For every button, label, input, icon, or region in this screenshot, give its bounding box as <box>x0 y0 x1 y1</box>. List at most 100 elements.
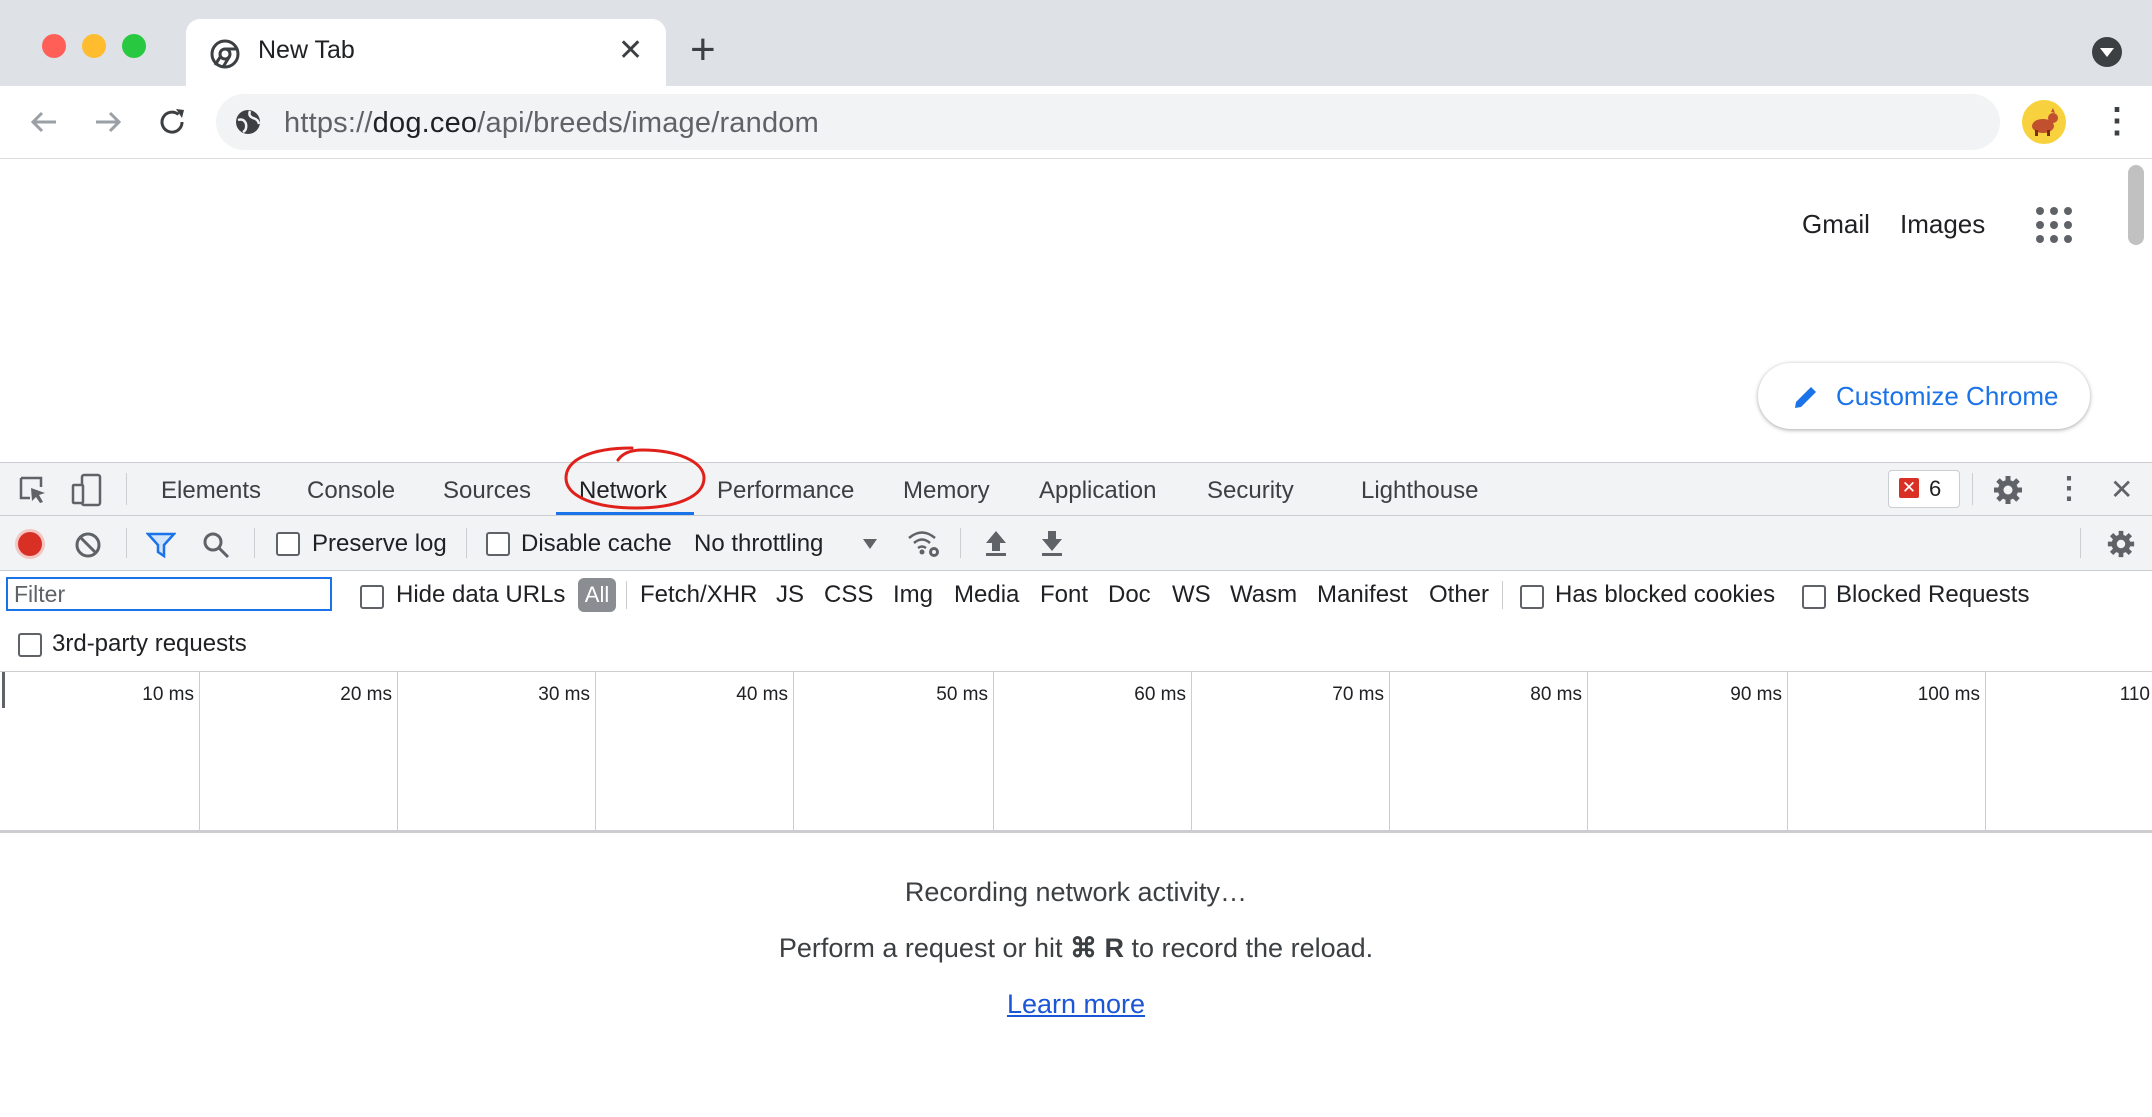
inspect-element-icon[interactable] <box>18 475 48 505</box>
throttling-select[interactable]: No throttling <box>694 530 823 558</box>
profile-avatar[interactable] <box>2022 100 2066 144</box>
tab-memory[interactable]: Memory <box>903 477 990 505</box>
separator <box>254 528 255 558</box>
chrome-menu-icon[interactable]: ⋮ <box>2100 96 2134 146</box>
type-filter-css[interactable]: CSS <box>824 581 873 609</box>
tab-elements[interactable]: Elements <box>161 477 261 505</box>
disable-cache-checkbox[interactable] <box>486 532 510 556</box>
has-blocked-cookies-label: Has blocked cookies <box>1555 581 1776 608</box>
hide-data-urls-label: Hide data URLs <box>396 581 566 608</box>
device-toolbar-icon[interactable] <box>70 473 104 507</box>
devtools-menu-icon[interactable]: ⋮ <box>2054 471 2084 506</box>
separator <box>1502 581 1503 609</box>
import-har-icon[interactable] <box>984 529 1008 557</box>
filter-icon[interactable] <box>146 531 176 559</box>
tick-line <box>397 672 398 830</box>
address-bar[interactable]: https://dog.ceo/api/breeds/image/random <box>216 94 2000 150</box>
type-filter-manifest[interactable]: Manifest <box>1317 581 1408 609</box>
tab-console[interactable]: Console <box>307 477 395 505</box>
third-party-requests-label: 3rd-party requests <box>52 630 247 657</box>
chevron-down-icon <box>2100 48 2114 57</box>
new-tab-button[interactable]: + <box>690 28 716 72</box>
tick-label: 80 ms <box>1530 684 1582 705</box>
search-icon[interactable] <box>202 531 230 559</box>
zoom-window-button[interactable] <box>122 34 146 58</box>
error-count: 6 <box>1929 476 1942 501</box>
url-text[interactable]: https://dog.ceo/api/breeds/image/random <box>284 107 819 140</box>
filter-input[interactable] <box>6 577 332 611</box>
hide-data-urls-checkbox[interactable] <box>360 585 384 609</box>
close-tab-icon[interactable]: ✕ <box>618 31 643 71</box>
network-conditions-icon[interactable] <box>906 528 942 560</box>
tab-search-button[interactable] <box>2092 37 2122 67</box>
reload-icon[interactable] <box>156 106 188 138</box>
tab-lighthouse[interactable]: Lighthouse <box>1361 477 1478 505</box>
type-filter-font[interactable]: Font <box>1040 581 1088 609</box>
blocked-requests-checkbox[interactable] <box>1802 585 1826 609</box>
tab-security[interactable]: Security <box>1207 477 1294 505</box>
export-har-icon[interactable] <box>1040 529 1064 557</box>
type-filter-other[interactable]: Other <box>1429 581 1489 609</box>
tick-label: 20 ms <box>340 684 392 705</box>
error-count-badge[interactable]: ✕ 6 <box>1888 470 1960 508</box>
separator <box>960 528 961 558</box>
type-filter-media[interactable]: Media <box>954 581 1019 609</box>
separator <box>626 581 627 609</box>
tick-label: 100 ms <box>1917 684 1980 705</box>
close-window-button[interactable] <box>42 34 66 58</box>
type-filter-doc[interactable]: Doc <box>1108 581 1151 609</box>
forward-arrow-icon[interactable] <box>92 106 124 138</box>
tab-strip: New Tab ✕ + <box>0 0 2152 86</box>
tick-label: 110 <box>2119 684 2150 705</box>
customize-chrome-label: Customize Chrome <box>1836 381 2059 411</box>
type-filter-all[interactable]: All <box>578 578 616 612</box>
clear-icon[interactable] <box>74 531 102 559</box>
page-scrollbar[interactable] <box>2128 165 2144 245</box>
type-filter-ws[interactable]: WS <box>1172 581 1211 609</box>
third-party-requests-checkbox[interactable] <box>18 633 42 657</box>
tick-line <box>1787 672 1788 830</box>
network-toolbar: Preserve log Disable cache No throttling <box>0 516 2152 571</box>
tick-line <box>793 672 794 830</box>
back-arrow-icon[interactable] <box>28 106 60 138</box>
learn-more-link[interactable]: Learn more <box>1007 989 1145 1019</box>
tick-line <box>993 672 994 830</box>
network-overview-timeline[interactable]: 10 ms 20 ms 30 ms 40 ms 50 ms 60 ms 70 m… <box>0 672 2152 833</box>
settings-gear-icon[interactable] <box>1992 474 2024 506</box>
reload-hint-prefix: Perform a request or hit <box>778 933 1070 963</box>
tick-label: 70 ms <box>1332 684 1384 705</box>
browser-tab[interactable]: New Tab ✕ <box>186 19 666 86</box>
tab-sources[interactable]: Sources <box>443 477 531 505</box>
type-filter-wasm[interactable]: Wasm <box>1230 581 1297 609</box>
network-settings-gear-icon[interactable] <box>2106 529 2136 559</box>
close-devtools-icon[interactable]: ✕ <box>2110 473 2133 506</box>
minimize-window-button[interactable] <box>82 34 106 58</box>
tick-label: 10 ms <box>142 684 194 705</box>
tick-label: 50 ms <box>936 684 988 705</box>
devtools-panel: Elements Console Sources Network Perform… <box>0 462 2152 1117</box>
separator <box>126 528 127 558</box>
type-filter-img[interactable]: Img <box>893 581 933 609</box>
filter-bar: Hide data URLs All Fetch/XHR JS CSS Img … <box>0 571 2152 672</box>
reload-shortcut: ⌘ R <box>1069 933 1124 963</box>
images-link[interactable]: Images <box>1900 209 1985 240</box>
site-info-icon[interactable] <box>234 108 262 136</box>
blocked-requests-label: Blocked Requests <box>1836 581 2030 608</box>
error-icon: ✕ <box>1899 478 1919 498</box>
tab-performance[interactable]: Performance <box>717 477 854 505</box>
tick-line <box>1985 672 1986 830</box>
record-button[interactable] <box>18 532 42 556</box>
type-filter-js[interactable]: JS <box>776 581 804 609</box>
type-filter-fetch-xhr[interactable]: Fetch/XHR <box>640 581 757 609</box>
dropdown-arrow-icon[interactable] <box>862 538 878 550</box>
tick-line <box>595 672 596 830</box>
chrome-icon <box>210 39 240 69</box>
tab-application[interactable]: Application <box>1039 477 1156 505</box>
google-apps-icon[interactable] <box>2036 207 2076 247</box>
gmail-link[interactable]: Gmail <box>1802 209 1870 240</box>
has-blocked-cookies-checkbox[interactable] <box>1520 585 1544 609</box>
tick-label: 30 ms <box>538 684 590 705</box>
tab-title: New Tab <box>258 36 355 64</box>
preserve-log-checkbox[interactable] <box>276 532 300 556</box>
customize-chrome-button[interactable]: Customize Chrome <box>1758 363 2090 429</box>
